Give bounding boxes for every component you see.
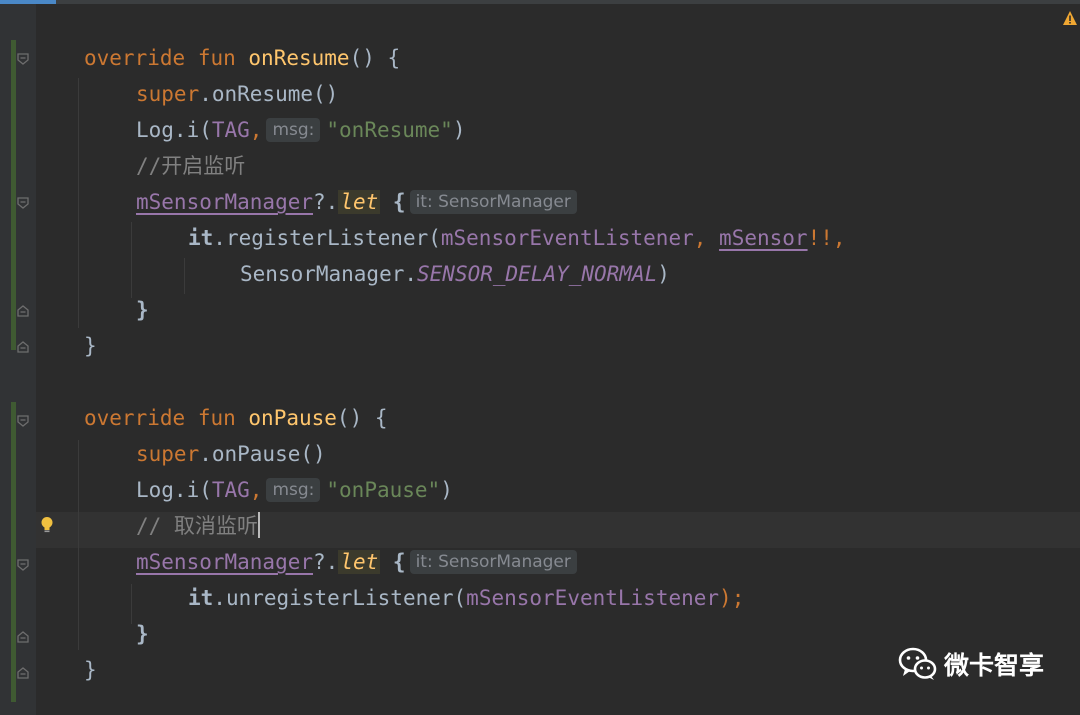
punctuation-token: ): [657, 262, 670, 286]
keyword-token: super: [136, 442, 200, 466]
punctuation-token: ,: [249, 118, 263, 142]
punctuation-token: () {: [336, 406, 388, 430]
code-line[interactable]: SensorManager.SENSOR_DELAY_NORMAL): [240, 256, 670, 292]
punctuation-token: ,: [249, 478, 263, 502]
string-token: "onPause": [326, 478, 441, 502]
code-line-current[interactable]: // 取消监听: [136, 508, 260, 544]
vcs-change-marker[interactable]: [11, 402, 16, 702]
function-name-token: onResume: [248, 46, 350, 70]
fold-open-icon[interactable]: [16, 52, 30, 66]
watermark-text: 微卡智享: [943, 651, 1044, 680]
property-token: mSensorManager: [136, 550, 314, 574]
brace-token: {: [392, 190, 406, 214]
property-token: mSensorManager: [136, 190, 314, 214]
watermark: 微卡智享: [898, 646, 1044, 682]
fold-open-icon[interactable]: [16, 558, 30, 572]
indent-guide: [131, 222, 132, 298]
parameter-name-hint: msg:: [266, 478, 321, 502]
comment-token: //开启监听: [136, 154, 246, 178]
constant-token: TAG: [211, 118, 250, 142]
code-line[interactable]: mSensorManager?.let {it: SensorManager: [136, 184, 583, 220]
code-line[interactable]: }: [84, 652, 97, 688]
punctuation-token: !!,: [807, 226, 846, 250]
it-token: it: [188, 586, 214, 610]
keyword-token: override: [84, 406, 186, 430]
indent-guide: [78, 440, 79, 650]
fold-close-icon[interactable]: [16, 666, 30, 680]
code-line[interactable]: it.unregisterListener(mSensorEventListen…: [188, 580, 744, 616]
fold-open-icon[interactable]: [16, 196, 30, 210]
string-token: "onResume": [326, 118, 453, 142]
call-token: Log.i(: [136, 478, 212, 502]
brace-token: }: [136, 298, 149, 322]
fold-close-icon[interactable]: [16, 304, 30, 318]
keyword-token: override: [84, 46, 186, 70]
wechat-icon: [898, 647, 937, 680]
code-line[interactable]: it.registerListener(mSensorEventListener…: [188, 220, 846, 256]
fold-close-icon[interactable]: [16, 340, 30, 354]
punctuation-token: ?.: [313, 190, 339, 214]
editor-gutter[interactable]: [0, 4, 36, 715]
class-token: SensorManager.: [240, 262, 418, 286]
punctuation-token: ?.: [313, 550, 339, 574]
keyword-token: fun: [197, 46, 236, 70]
constant-token: SENSOR_DELAY_NORMAL: [417, 262, 658, 286]
call-token: .unregisterListener(: [213, 586, 467, 610]
keyword-token: super: [136, 82, 200, 106]
lightbulb-icon[interactable]: [40, 516, 54, 534]
brace-token: }: [136, 622, 149, 646]
indent-guide: [131, 584, 132, 624]
parameter-name-hint: msg:: [266, 118, 321, 142]
call-token: .onPause(): [199, 442, 326, 466]
let-function-token: let: [338, 550, 381, 574]
editor-tab-strip: [0, 0, 1080, 4]
code-line[interactable]: super.onResume(): [136, 76, 338, 112]
punctuation-token: );: [719, 586, 745, 610]
punctuation-token: ): [452, 118, 466, 142]
punctuation-token: ): [440, 478, 453, 502]
lambda-parameter-hint: it: SensorManager: [409, 550, 577, 574]
code-line[interactable]: }: [136, 292, 149, 328]
call-token: Log.i(: [136, 118, 212, 142]
call-token: .registerListener(: [213, 226, 441, 250]
indent-guide: [78, 78, 79, 328]
code-line[interactable]: }: [136, 616, 149, 652]
let-function-token: let: [338, 190, 381, 214]
punctuation-token: () {: [349, 46, 401, 70]
property-token: mSensor: [719, 226, 808, 250]
call-token: .onResume(): [199, 82, 339, 106]
property-token: mSensorEventListener: [466, 586, 720, 610]
code-line[interactable]: mSensorManager?.let {it: SensorManager: [136, 544, 583, 580]
code-line[interactable]: override fun onResume() {: [84, 40, 400, 76]
punctuation-token: ,: [693, 226, 720, 250]
lambda-parameter-hint: it: SensorManager: [409, 190, 577, 214]
comment-token: // 取消监听: [136, 514, 258, 538]
brace-token: }: [84, 334, 97, 358]
code-line[interactable]: override fun onPause() {: [84, 400, 388, 436]
function-name-token: onPause: [248, 406, 337, 430]
code-line[interactable]: super.onPause(): [136, 436, 326, 472]
it-token: it: [188, 226, 214, 250]
constant-token: TAG: [211, 478, 250, 502]
fold-open-icon[interactable]: [16, 414, 30, 428]
property-token: mSensorEventListener: [440, 226, 694, 250]
code-line[interactable]: Log.i(TAG, msg: "onPause"): [136, 472, 453, 508]
brace-token: {: [392, 550, 406, 574]
code-editor[interactable]: override fun onResume() { super.onResume…: [0, 0, 1080, 715]
warning-icon[interactable]: [1062, 10, 1078, 26]
keyword-token: fun: [197, 406, 236, 430]
brace-token: }: [84, 658, 97, 682]
indent-guide: [184, 258, 185, 294]
code-line[interactable]: Log.i(TAG, msg: "onResume"): [136, 112, 465, 148]
code-line[interactable]: //开启监听: [136, 148, 245, 184]
fold-close-icon[interactable]: [16, 630, 30, 644]
code-line[interactable]: }: [84, 328, 97, 364]
text-caret: [257, 512, 260, 538]
